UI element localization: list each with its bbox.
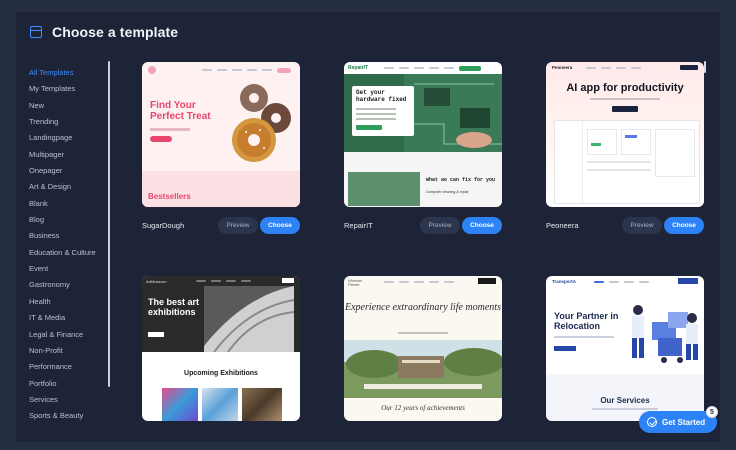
thumb-section-title: Bestsellers <box>148 192 191 201</box>
category-portfolio[interactable]: Portfolio <box>29 376 113 392</box>
artwork-image <box>162 388 198 421</box>
movers-illustration <box>632 305 698 363</box>
choose-button[interactable]: Choose <box>462 217 502 234</box>
thumb-logo: Wonder Planet <box>348 278 363 288</box>
preview-button[interactable]: Preview <box>622 217 662 234</box>
template-name: SugarDough <box>142 221 185 230</box>
donut-image <box>232 84 291 162</box>
site-nav <box>384 65 496 71</box>
template-thumbnail[interactable]: Peoneera AI app for productivity <box>546 62 704 207</box>
venue-image <box>344 340 502 398</box>
category-sports-beauty[interactable]: Sports & Beauty <box>29 408 113 424</box>
thumb-service-item: Computer cleaning & repair <box>426 190 469 194</box>
category-legal-finance[interactable]: Legal & Finance <box>29 327 113 343</box>
template-card-artmuseum[interactable]: ArtMuseum The best art exhibitions Upcom… <box>142 276 300 421</box>
thumb-section-title: Our 12 years of achievements <box>381 404 465 412</box>
circuit-board-image <box>404 74 502 152</box>
template-thumbnail[interactable]: Wonder Planet Experience extraordinary l… <box>344 276 502 421</box>
check-circle-icon <box>647 417 657 427</box>
thumb-logo: RepairIT <box>348 65 369 71</box>
artwork-image <box>202 388 238 421</box>
card-footer: SugarDough Preview Choose <box>142 217 300 235</box>
template-thumbnail[interactable]: ArtMuseum The best art exhibitions Upcom… <box>142 276 300 421</box>
template-thumbnail[interactable]: RepairIT Get your hardware fixed What we… <box>344 62 502 207</box>
choose-button[interactable]: Choose <box>664 217 704 234</box>
thumb-headline: AI app for productivity <box>566 82 684 94</box>
category-health[interactable]: Health <box>29 294 113 310</box>
thumb-logo: Peoneera <box>552 65 573 70</box>
grid-scrollbar[interactable] <box>704 61 706 73</box>
artwork-image <box>242 388 282 421</box>
site-nav <box>196 278 280 284</box>
category-all-templates[interactable]: All Templates <box>29 65 113 81</box>
thumb-section-title: Our Services <box>600 396 650 405</box>
thumb-subheading: What we can fix for you <box>426 177 496 183</box>
architecture-image <box>204 286 294 352</box>
template-card-repairit[interactable]: RepairIT Get your hardware fixed What we… <box>344 62 502 234</box>
category-education-culture[interactable]: Education & Culture <box>29 245 113 261</box>
get-started-label: Get Started <box>662 417 706 427</box>
site-nav <box>586 65 676 71</box>
template-thumbnail[interactable]: TransportA Your Partner in Relocation Ou… <box>546 276 704 421</box>
category-performance[interactable]: Performance <box>29 359 113 375</box>
get-started-button[interactable]: Get Started <box>639 411 717 433</box>
category-business[interactable]: Business <box>29 228 113 244</box>
modal-title: Choose a template <box>52 24 179 40</box>
notification-badge: 5 <box>706 406 718 418</box>
template-card-transporta[interactable]: TransportA Your Partner in Relocation Ou… <box>546 276 704 421</box>
thumb-headline: Your Partner in Relocation <box>554 311 619 331</box>
thumb-headline: Get your hardware fixed <box>356 89 407 103</box>
template-chooser-modal: Choose a template All Templates My Templ… <box>16 12 720 442</box>
thumb-headline: Find Your Perfect Treat <box>150 100 211 122</box>
template-thumbnail[interactable]: Find Your Perfect Treat Bestsellers <box>142 62 300 207</box>
site-nav <box>202 67 292 73</box>
site-nav <box>594 279 676 285</box>
site-nav <box>384 279 476 285</box>
template-name: RepairIT <box>344 221 373 230</box>
card-footer: Peoneera Preview Choose <box>546 217 704 235</box>
logo-icon <box>148 66 156 74</box>
template-icon <box>30 26 42 38</box>
modal-header: Choose a template <box>30 24 178 40</box>
template-card-sugardough[interactable]: Find Your Perfect Treat Bestsellers Suga… <box>142 62 300 234</box>
category-it-media[interactable]: IT & Media <box>29 310 113 326</box>
app-screenshot <box>554 120 700 204</box>
template-card-peoneera[interactable]: Peoneera AI app for productivity Peoneer… <box>546 62 704 234</box>
sidebar-scrollbar[interactable] <box>108 61 110 387</box>
thumb-section-title: Upcoming Exhibitions <box>184 370 258 377</box>
category-event[interactable]: Event <box>29 261 113 277</box>
thumb-logo: TransportA <box>552 279 577 284</box>
category-my-templates[interactable]: My Templates <box>29 81 113 97</box>
category-landingpage[interactable]: Landingpage <box>29 130 113 146</box>
preview-button[interactable]: Preview <box>420 217 460 234</box>
preview-button[interactable]: Preview <box>218 217 258 234</box>
category-art-design[interactable]: Art & Design <box>29 179 113 195</box>
template-card-wonder-planet[interactable]: Wonder Planet Experience extraordinary l… <box>344 276 502 421</box>
category-sidebar: All Templates My Templates New Trending … <box>29 65 113 425</box>
category-blog[interactable]: Blog <box>29 212 113 228</box>
category-blank[interactable]: Blank <box>29 196 113 212</box>
category-gastronomy[interactable]: Gastronomy <box>29 277 113 293</box>
category-multipager[interactable]: Multipager <box>29 147 113 163</box>
category-onepager[interactable]: Onepager <box>29 163 113 179</box>
thumb-logo: ArtMuseum <box>146 279 167 284</box>
category-new[interactable]: New <box>29 98 113 114</box>
category-services[interactable]: Services <box>29 392 113 408</box>
thumb-headline: Experience extraordinary life moments <box>345 302 501 313</box>
category-non-profit[interactable]: Non-Profit <box>29 343 113 359</box>
choose-button[interactable]: Choose <box>260 217 300 234</box>
category-trending[interactable]: Trending <box>29 114 113 130</box>
template-name: Peoneera <box>546 221 579 230</box>
card-footer: RepairIT Preview Choose <box>344 217 502 235</box>
